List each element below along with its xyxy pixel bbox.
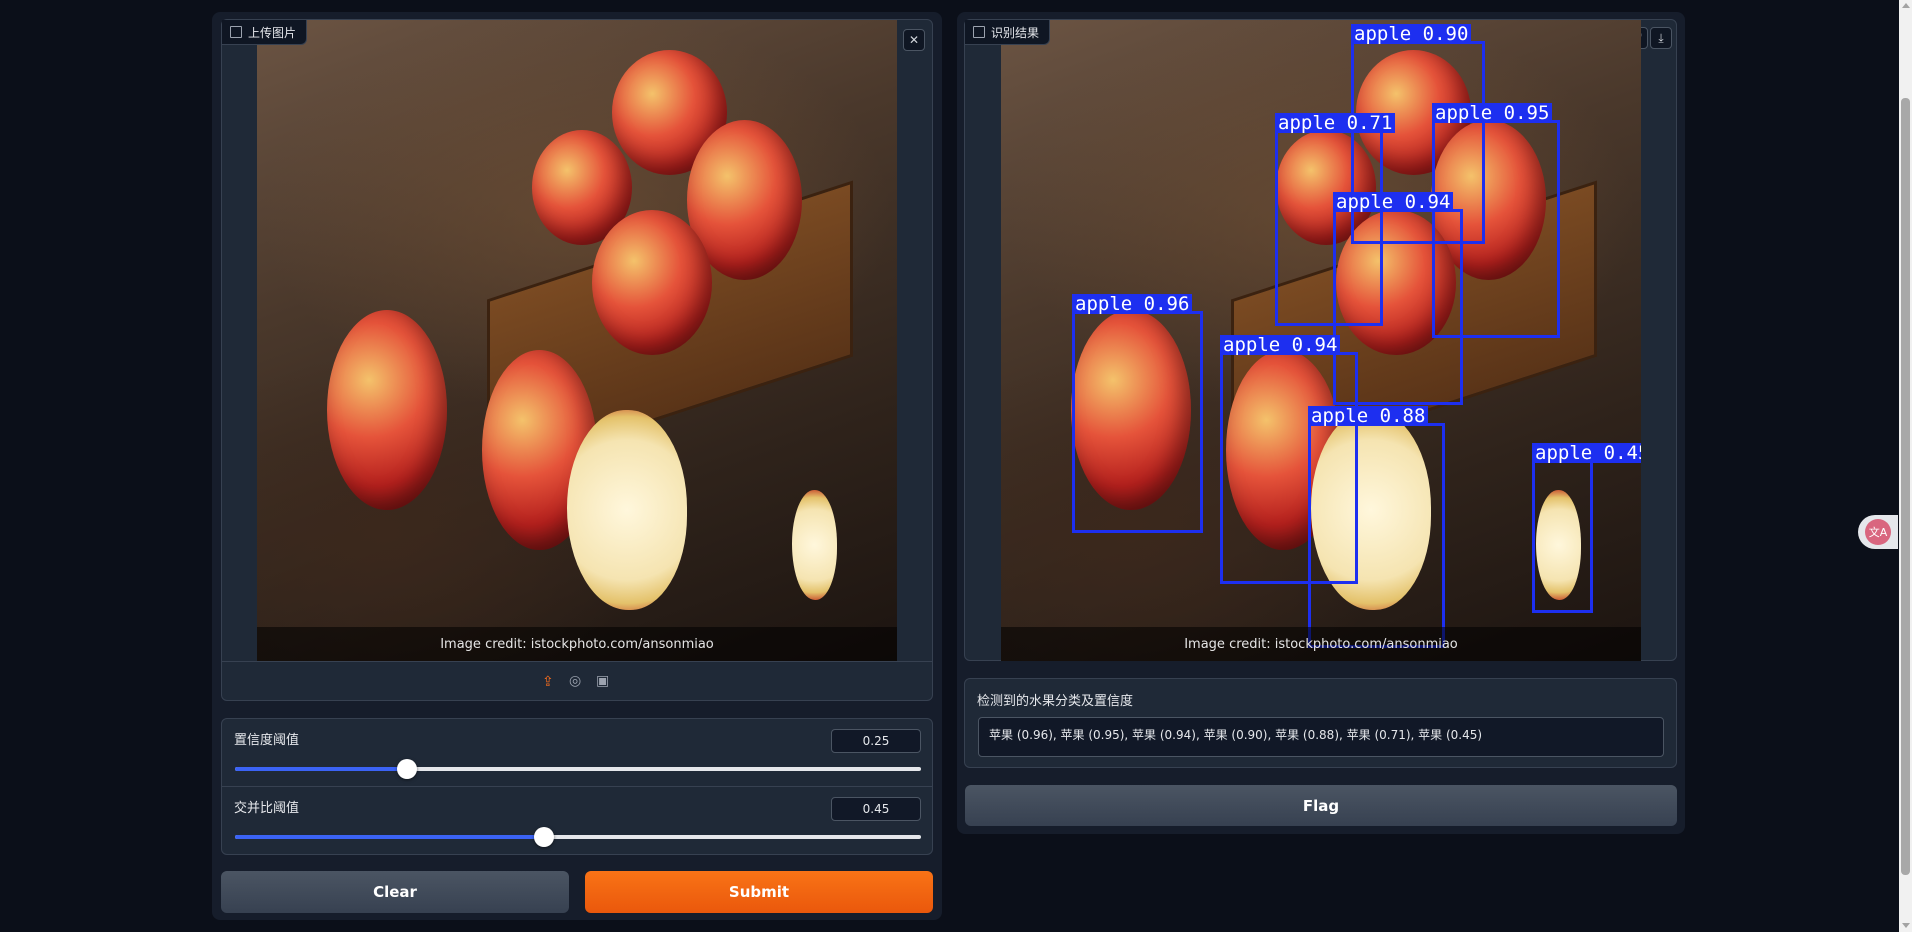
webcam-icon[interactable]: ◎	[569, 673, 581, 689]
translate-icon[interactable]: 文A	[1858, 515, 1898, 549]
detection-box: apple 0.45	[1532, 443, 1641, 613]
translate-badge: 文A	[1865, 519, 1891, 545]
divider	[222, 786, 932, 787]
uploaded-image: Image credit: istockphoto.com/ansonmiao	[257, 20, 897, 661]
scrollbar-thumb[interactable]	[1901, 98, 1910, 875]
confidence-label: 置信度阈值	[234, 733, 300, 748]
scrollbar-down-arrow[interactable]	[1902, 923, 1910, 928]
scrollbar-up-arrow[interactable]	[1902, 3, 1910, 8]
output-textbox[interactable]: 苹果 (0.96), 苹果 (0.95), 苹果 (0.94), 苹果 (0.9…	[978, 717, 1664, 757]
apple	[327, 310, 447, 510]
image-icon	[230, 26, 242, 38]
confidence-slider[interactable]	[235, 759, 921, 779]
clear-button[interactable]: Clear	[221, 871, 569, 913]
detection-label: apple 0.96	[1072, 294, 1193, 314]
upload-icon[interactable]: ⇪	[542, 674, 554, 690]
iou-label: 交并比阈值	[234, 801, 300, 816]
output-label: 检测到的水果分类及置信度	[977, 694, 1134, 709]
apple-slice	[567, 410, 687, 610]
submit-button[interactable]: Submit	[585, 871, 933, 913]
detection-label: apple 0.45	[1532, 443, 1641, 463]
detection-label: apple 0.95	[1432, 103, 1553, 123]
upload-label: 上传图片	[222, 20, 308, 45]
apple	[592, 210, 712, 355]
detection-label: apple 0.71	[1275, 113, 1396, 133]
clipboard-icon[interactable]: ▣	[596, 673, 609, 689]
detection-label: apple 0.90	[1351, 24, 1472, 44]
confidence-slider-fill	[235, 767, 407, 771]
iou-slider-fill	[235, 835, 544, 839]
download-icon[interactable]: ⤓	[1650, 27, 1672, 49]
result-label: 识别结果	[965, 20, 1051, 45]
detection-box: apple 0.88	[1308, 406, 1445, 648]
result-label-text: 识别结果	[991, 25, 1040, 40]
result-image: apple 0.90 apple 0.71 apple 0.95 apple 0…	[1001, 20, 1641, 661]
iou-input[interactable]: 0.45	[831, 797, 921, 821]
image-icon	[973, 26, 985, 38]
close-icon[interactable]: ✕	[903, 29, 925, 51]
image-credit: Image credit: istockphoto.com/ansonmiao	[257, 627, 897, 661]
upload-image-card[interactable]: 上传图片 ✕ Image credit: istockphoto.com/ans…	[221, 19, 933, 701]
iou-slider-thumb[interactable]	[533, 827, 554, 847]
apple-slice	[792, 490, 837, 600]
detection-box: apple 0.96	[1072, 294, 1203, 533]
confidence-input[interactable]: 0.25	[831, 729, 921, 753]
image-credit: Image credit: istockphoto.com/ansonmiao	[1001, 627, 1641, 661]
iou-slider[interactable]	[235, 827, 921, 847]
threshold-card: 置信度阈值 0.25 交并比阈值 0.45	[221, 718, 933, 855]
detection-label: apple 0.94	[1220, 335, 1341, 355]
upload-label-text: 上传图片	[248, 25, 297, 40]
result-image-card: 识别结果 ⛶ ⤓ apple 0.90 apple 0.71 apple 0.9…	[964, 19, 1677, 661]
detection-label: apple 0.88	[1308, 406, 1429, 426]
flag-button[interactable]: Flag	[965, 785, 1677, 826]
confidence-slider-thumb[interactable]	[396, 759, 417, 779]
detection-label: apple 0.94	[1333, 192, 1454, 212]
output-card: 检测到的水果分类及置信度 苹果 (0.96), 苹果 (0.95), 苹果 (0…	[964, 678, 1677, 768]
